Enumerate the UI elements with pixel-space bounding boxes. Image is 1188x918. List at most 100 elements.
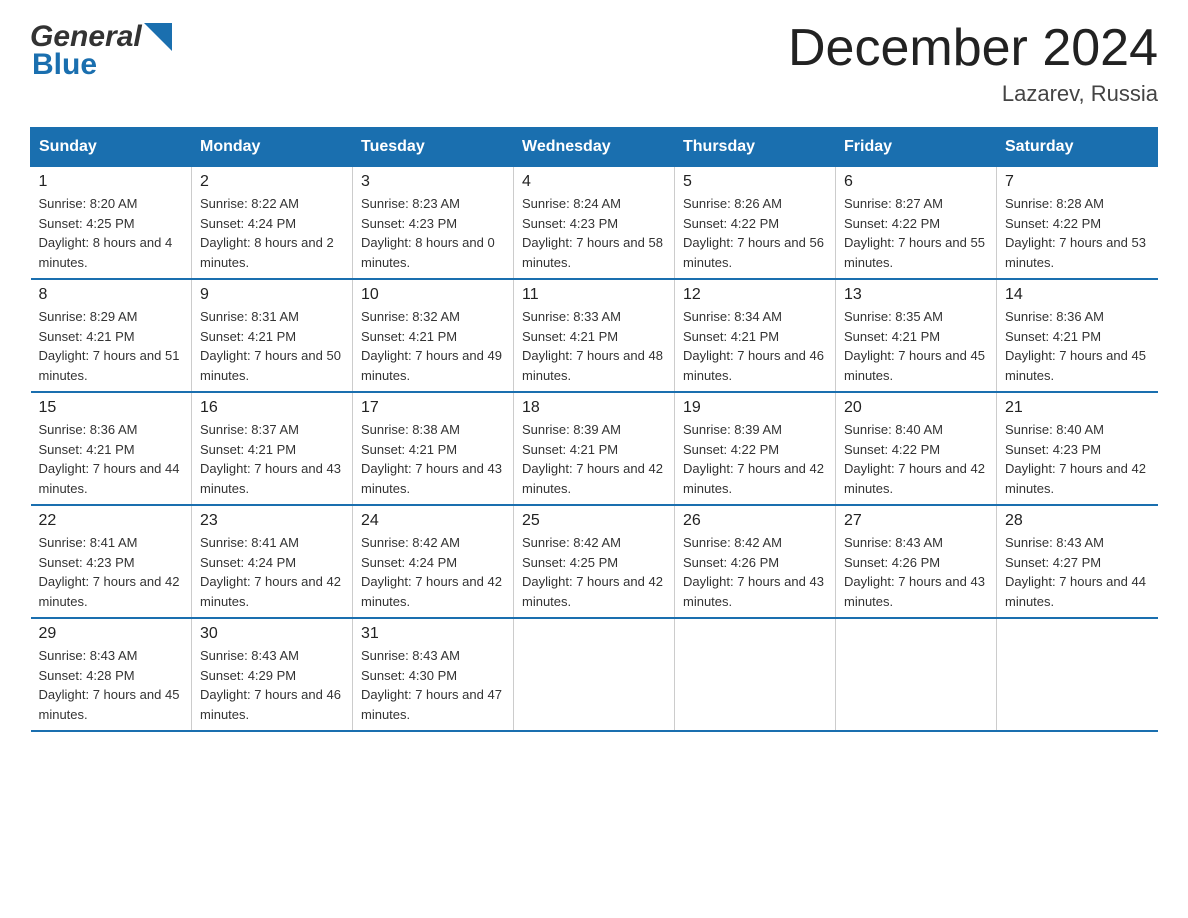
sunrise-label: Sunrise: 8:36 AM	[1005, 309, 1104, 324]
day-info: Sunrise: 8:36 AM Sunset: 4:21 PM Dayligh…	[1005, 307, 1150, 385]
sunrise-label: Sunrise: 8:28 AM	[1005, 196, 1104, 211]
daylight-label: Daylight: 7 hours and 56 minutes.	[683, 235, 824, 270]
sunset-label: Sunset: 4:29 PM	[200, 668, 296, 683]
day-number: 14	[1005, 286, 1150, 304]
day-info: Sunrise: 8:43 AM Sunset: 4:26 PM Dayligh…	[844, 533, 988, 611]
sunset-label: Sunset: 4:21 PM	[361, 442, 457, 457]
daylight-label: Daylight: 7 hours and 43 minutes.	[844, 574, 985, 609]
sunrise-label: Sunrise: 8:41 AM	[200, 535, 299, 550]
sunset-label: Sunset: 4:23 PM	[1005, 442, 1101, 457]
day-number: 26	[683, 512, 827, 530]
sunset-label: Sunset: 4:25 PM	[522, 555, 618, 570]
sunrise-label: Sunrise: 8:31 AM	[200, 309, 299, 324]
day-number: 21	[1005, 399, 1150, 417]
sunrise-label: Sunrise: 8:26 AM	[683, 196, 782, 211]
sunset-label: Sunset: 4:24 PM	[200, 555, 296, 570]
calendar-cell: 17 Sunrise: 8:38 AM Sunset: 4:21 PM Dayl…	[353, 392, 514, 505]
daylight-label: Daylight: 8 hours and 2 minutes.	[200, 235, 334, 270]
day-number: 9	[200, 286, 344, 304]
title-area: December 2024 Lazarev, Russia	[788, 20, 1158, 107]
day-info: Sunrise: 8:26 AM Sunset: 4:22 PM Dayligh…	[683, 194, 827, 272]
sunrise-label: Sunrise: 8:43 AM	[1005, 535, 1104, 550]
daylight-label: Daylight: 7 hours and 49 minutes.	[361, 348, 502, 383]
day-info: Sunrise: 8:40 AM Sunset: 4:22 PM Dayligh…	[844, 420, 988, 498]
sunrise-label: Sunrise: 8:40 AM	[844, 422, 943, 437]
day-info: Sunrise: 8:35 AM Sunset: 4:21 PM Dayligh…	[844, 307, 988, 385]
day-number: 23	[200, 512, 344, 530]
daylight-label: Daylight: 7 hours and 43 minutes.	[683, 574, 824, 609]
header-saturday: Saturday	[997, 128, 1158, 167]
sunrise-label: Sunrise: 8:43 AM	[361, 648, 460, 663]
day-info: Sunrise: 8:39 AM Sunset: 4:21 PM Dayligh…	[522, 420, 666, 498]
day-number: 4	[522, 173, 666, 191]
day-number: 1	[39, 173, 184, 191]
sunset-label: Sunset: 4:21 PM	[522, 442, 618, 457]
day-info: Sunrise: 8:20 AM Sunset: 4:25 PM Dayligh…	[39, 194, 184, 272]
calendar-body: 1 Sunrise: 8:20 AM Sunset: 4:25 PM Dayli…	[31, 167, 1158, 732]
calendar-cell: 26 Sunrise: 8:42 AM Sunset: 4:26 PM Dayl…	[675, 505, 836, 618]
sunset-label: Sunset: 4:23 PM	[522, 216, 618, 231]
day-info: Sunrise: 8:33 AM Sunset: 4:21 PM Dayligh…	[522, 307, 666, 385]
daylight-label: Daylight: 7 hours and 44 minutes.	[1005, 574, 1146, 609]
header-wednesday: Wednesday	[514, 128, 675, 167]
sunset-label: Sunset: 4:21 PM	[39, 442, 135, 457]
calendar-cell: 25 Sunrise: 8:42 AM Sunset: 4:25 PM Dayl…	[514, 505, 675, 618]
sunset-label: Sunset: 4:21 PM	[683, 329, 779, 344]
day-number: 18	[522, 399, 666, 417]
sunset-label: Sunset: 4:21 PM	[200, 442, 296, 457]
header-row: Sunday Monday Tuesday Wednesday Thursday…	[31, 128, 1158, 167]
daylight-label: Daylight: 7 hours and 45 minutes.	[39, 687, 180, 722]
day-info: Sunrise: 8:40 AM Sunset: 4:23 PM Dayligh…	[1005, 420, 1150, 498]
sunrise-label: Sunrise: 8:32 AM	[361, 309, 460, 324]
day-number: 13	[844, 286, 988, 304]
daylight-label: Daylight: 7 hours and 46 minutes.	[200, 687, 341, 722]
day-number: 22	[39, 512, 184, 530]
day-info: Sunrise: 8:27 AM Sunset: 4:22 PM Dayligh…	[844, 194, 988, 272]
sunset-label: Sunset: 4:30 PM	[361, 668, 457, 683]
sunset-label: Sunset: 4:22 PM	[683, 216, 779, 231]
calendar-cell	[514, 618, 675, 731]
sunset-label: Sunset: 4:25 PM	[39, 216, 135, 231]
daylight-label: Daylight: 7 hours and 42 minutes.	[1005, 461, 1146, 496]
logo-arrow-icon	[144, 23, 172, 51]
calendar-cell	[997, 618, 1158, 731]
day-info: Sunrise: 8:41 AM Sunset: 4:23 PM Dayligh…	[39, 533, 184, 611]
day-info: Sunrise: 8:29 AM Sunset: 4:21 PM Dayligh…	[39, 307, 184, 385]
sunset-label: Sunset: 4:22 PM	[844, 442, 940, 457]
sunrise-label: Sunrise: 8:42 AM	[683, 535, 782, 550]
calendar-cell	[836, 618, 997, 731]
daylight-label: Daylight: 8 hours and 0 minutes.	[361, 235, 495, 270]
week-row-4: 22 Sunrise: 8:41 AM Sunset: 4:23 PM Dayl…	[31, 505, 1158, 618]
day-number: 27	[844, 512, 988, 530]
sunset-label: Sunset: 4:21 PM	[361, 329, 457, 344]
sunset-label: Sunset: 4:23 PM	[361, 216, 457, 231]
calendar-cell: 21 Sunrise: 8:40 AM Sunset: 4:23 PM Dayl…	[997, 392, 1158, 505]
sunset-label: Sunset: 4:21 PM	[522, 329, 618, 344]
daylight-label: Daylight: 7 hours and 42 minutes.	[683, 461, 824, 496]
calendar-cell: 4 Sunrise: 8:24 AM Sunset: 4:23 PM Dayli…	[514, 167, 675, 280]
daylight-label: Daylight: 7 hours and 44 minutes.	[39, 461, 180, 496]
day-number: 17	[361, 399, 505, 417]
daylight-label: Daylight: 7 hours and 42 minutes.	[844, 461, 985, 496]
daylight-label: Daylight: 7 hours and 55 minutes.	[844, 235, 985, 270]
day-number: 12	[683, 286, 827, 304]
day-number: 24	[361, 512, 505, 530]
sunrise-label: Sunrise: 8:27 AM	[844, 196, 943, 211]
daylight-label: Daylight: 8 hours and 4 minutes.	[39, 235, 173, 270]
day-info: Sunrise: 8:31 AM Sunset: 4:21 PM Dayligh…	[200, 307, 344, 385]
header-friday: Friday	[836, 128, 997, 167]
day-number: 19	[683, 399, 827, 417]
calendar-cell: 18 Sunrise: 8:39 AM Sunset: 4:21 PM Dayl…	[514, 392, 675, 505]
day-number: 16	[200, 399, 344, 417]
calendar-table: Sunday Monday Tuesday Wednesday Thursday…	[30, 127, 1158, 732]
calendar-header: Sunday Monday Tuesday Wednesday Thursday…	[31, 128, 1158, 167]
header-thursday: Thursday	[675, 128, 836, 167]
sunset-label: Sunset: 4:27 PM	[1005, 555, 1101, 570]
calendar-cell: 29 Sunrise: 8:43 AM Sunset: 4:28 PM Dayl…	[31, 618, 192, 731]
day-info: Sunrise: 8:41 AM Sunset: 4:24 PM Dayligh…	[200, 533, 344, 611]
sunset-label: Sunset: 4:24 PM	[200, 216, 296, 231]
day-info: Sunrise: 8:24 AM Sunset: 4:23 PM Dayligh…	[522, 194, 666, 272]
sunrise-label: Sunrise: 8:39 AM	[522, 422, 621, 437]
day-info: Sunrise: 8:43 AM Sunset: 4:27 PM Dayligh…	[1005, 533, 1150, 611]
sunset-label: Sunset: 4:21 PM	[39, 329, 135, 344]
